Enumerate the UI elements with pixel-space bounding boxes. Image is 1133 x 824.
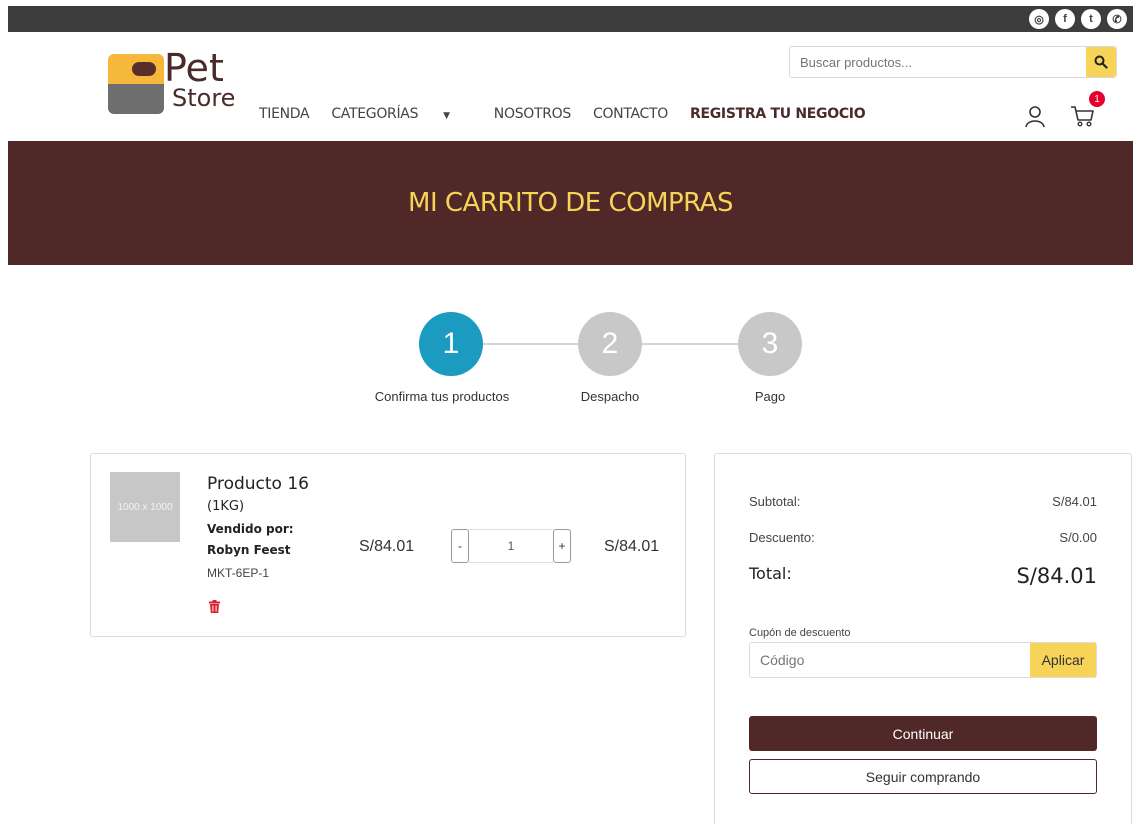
cart-count-badge: 1 — [1089, 91, 1105, 107]
total-value: S/84.01 — [1016, 564, 1097, 588]
total-row: Total: S/84.01 — [749, 564, 1097, 588]
seller-label: Vendido por: — [207, 522, 294, 536]
total-label: Total: — [749, 564, 792, 583]
twitter-icon[interactable]: t — [1081, 9, 1101, 29]
search-input[interactable] — [790, 47, 1086, 77]
product-name[interactable]: Producto 16 — [207, 474, 309, 494]
coupon-label: Cupón de descuento — [749, 627, 851, 639]
unit-price: S/84.01 — [359, 538, 415, 555]
whatsapp-icon[interactable]: ✆ — [1107, 9, 1127, 29]
product-weight: (1KG) — [207, 499, 245, 514]
nav-contacto[interactable]: CONTACTO — [593, 106, 668, 122]
discount-value: S/0.00 — [1059, 530, 1097, 545]
nav-registra-negocio[interactable]: REGISTRA TU NEGOCIO — [690, 106, 866, 122]
search-box — [789, 46, 1117, 78]
seller-name: Robyn Feest — [207, 543, 291, 557]
page-banner: MI CARRITO DE COMPRAS — [8, 141, 1133, 265]
trash-icon[interactable] — [209, 600, 220, 613]
instagram-icon[interactable]: ◎ — [1029, 9, 1049, 29]
line-total: S/84.01 — [604, 538, 660, 555]
top-bar: ◎ f t ✆ — [8, 6, 1133, 32]
nav-categorias[interactable]: CATEGORÍAS ▼ — [331, 106, 471, 122]
apply-coupon-button[interactable]: Aplicar — [1030, 643, 1096, 677]
user-icon[interactable] — [1024, 104, 1046, 128]
decrease-quantity-button[interactable]: - — [451, 529, 469, 563]
coupon-field: Aplicar — [749, 642, 1097, 678]
nav-nosotros[interactable]: NOSOTROS — [494, 106, 571, 122]
step-1-circle: 1 — [419, 312, 483, 376]
step-3-label: Pago — [754, 389, 786, 404]
discount-label: Descuento: — [749, 530, 815, 545]
subtotal-label: Subtotal: — [749, 494, 801, 509]
continue-button[interactable]: Continuar — [749, 716, 1097, 751]
subtotal-value: S/84.01 — [1052, 494, 1097, 509]
nav-tienda[interactable]: TIENDA — [259, 106, 310, 122]
step-3-circle: 3 — [738, 312, 802, 376]
search-button[interactable] — [1086, 47, 1116, 77]
product-image[interactable]: 1000 x 1000 — [110, 472, 180, 542]
keep-shopping-button[interactable]: Seguir comprando — [749, 759, 1097, 794]
page-title: MI CARRITO DE COMPRAS — [408, 188, 733, 218]
step-2-circle: 2 — [578, 312, 642, 376]
coupon-input[interactable] — [750, 643, 1030, 677]
product-sku: MKT-6EP-1 — [207, 566, 270, 580]
social-links: ◎ f t ✆ — [1029, 9, 1127, 29]
subtotal-row: Subtotal: S/84.01 — [749, 494, 1097, 509]
discount-row: Descuento: S/0.00 — [749, 530, 1097, 545]
order-summary: Subtotal: S/84.01 Descuento: S/0.00 Tota… — [714, 453, 1132, 824]
facebook-icon[interactable]: f — [1055, 9, 1075, 29]
step-1-label: Confirma tus productos — [374, 389, 510, 404]
quantity-input[interactable]: 1 — [469, 529, 553, 563]
caret-down-icon: ▼ — [443, 111, 450, 121]
cart-item-card: 1000 x 1000 Producto 16 (1KG) Vendido po… — [90, 453, 686, 637]
cart-icon[interactable] — [1070, 104, 1096, 128]
pet-store-logo[interactable]: Pet Store — [106, 46, 238, 120]
step-2-label: Despacho — [580, 389, 640, 404]
search-icon — [1094, 55, 1108, 69]
main-nav: TIENDA CATEGORÍAS ▼ NOSOTROS CONTACTO REG… — [259, 106, 887, 122]
quantity-stepper: - 1 + — [451, 528, 571, 564]
increase-quantity-button[interactable]: + — [553, 529, 571, 563]
